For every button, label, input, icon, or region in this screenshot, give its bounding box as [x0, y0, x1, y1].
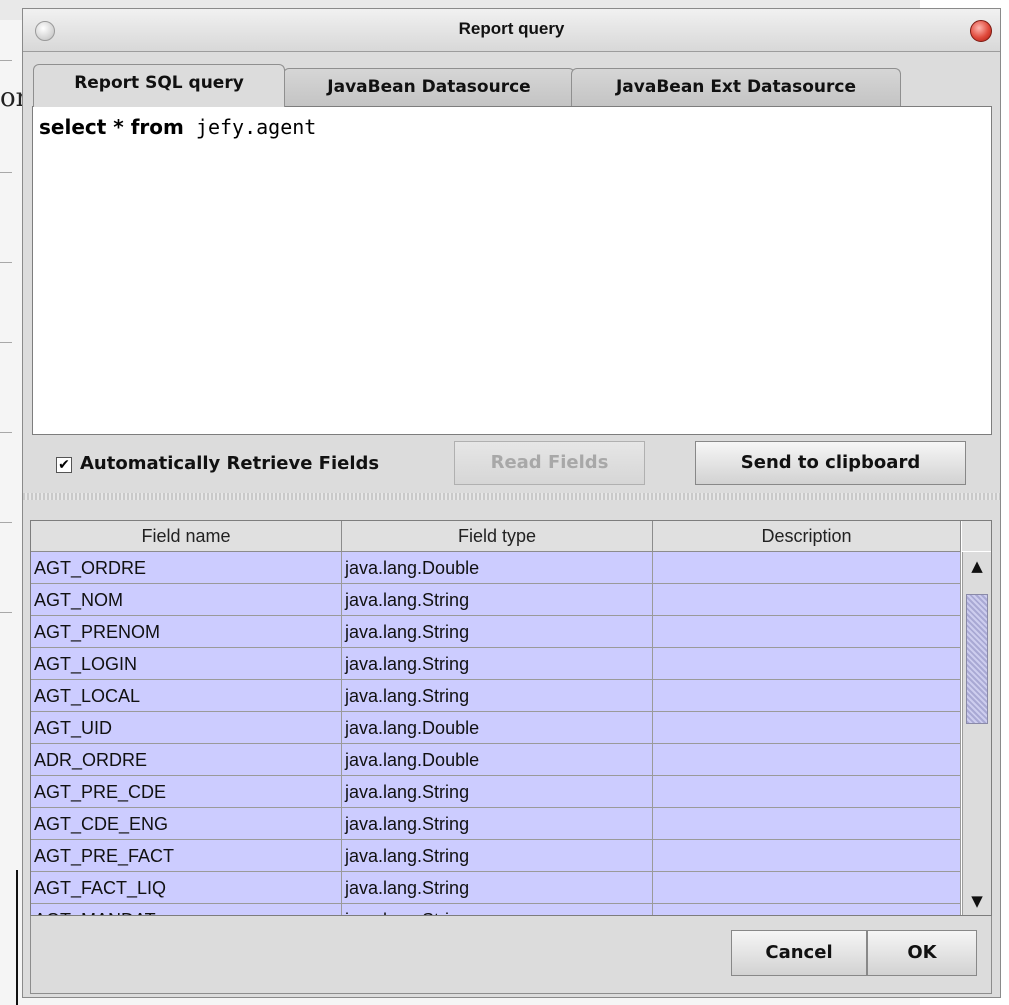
table-row[interactable]: AGT_PRE_CDE java.lang.String: [31, 776, 961, 808]
scrollbar-thumb[interactable]: [966, 594, 988, 724]
window-title: Report query: [458, 19, 565, 38]
scroll-up-icon[interactable]: ▲: [966, 555, 988, 577]
column-header-field-name[interactable]: Field name: [31, 521, 342, 551]
send-to-clipboard-button[interactable]: Send to clipboard: [695, 441, 966, 485]
scroll-down-icon[interactable]: ▼: [966, 890, 988, 912]
query-options-row: ✔ Automatically Retrieve Fields Read Fie…: [23, 437, 1000, 489]
background-rule: [0, 612, 12, 613]
background-rule: [0, 432, 12, 433]
cell-field-type[interactable]: java.lang.Double: [342, 552, 653, 584]
read-fields-button[interactable]: Read Fields: [454, 441, 645, 485]
table-row[interactable]: AGT_ORDRE java.lang.Double: [31, 552, 961, 584]
cell-description[interactable]: [653, 712, 961, 744]
cell-field-name[interactable]: AGT_FACT_LIQ: [31, 872, 342, 904]
sql-table-name: jefy.agent: [183, 115, 317, 139]
cell-description[interactable]: [653, 744, 961, 776]
title-bar[interactable]: Report query: [23, 9, 1000, 52]
cell-field-name[interactable]: AGT_NOM: [31, 584, 342, 616]
auto-retrieve-checkbox[interactable]: ✔: [56, 457, 72, 473]
report-query-dialog: Report query JavaBean Datasource JavaBea…: [22, 8, 1001, 998]
cell-field-name[interactable]: AGT_MANDAT: [31, 904, 342, 915]
table-row[interactable]: ADR_ORDRE java.lang.Double: [31, 744, 961, 776]
fields-table: Field name Field type Description AGT_OR…: [30, 520, 992, 916]
cell-field-name[interactable]: AGT_PRENOM: [31, 616, 342, 648]
cell-description[interactable]: [653, 584, 961, 616]
cell-description[interactable]: [653, 648, 961, 680]
table-row[interactable]: AGT_LOGIN java.lang.String: [31, 648, 961, 680]
cell-description[interactable]: [653, 680, 961, 712]
table-header: Field name Field type Description: [31, 521, 961, 552]
table-body: AGT_ORDRE java.lang.Double AGT_NOM java.…: [31, 552, 961, 915]
cell-field-name[interactable]: AGT_UID: [31, 712, 342, 744]
cell-description[interactable]: [653, 808, 961, 840]
table-row[interactable]: AGT_PRE_FACT java.lang.String: [31, 840, 961, 872]
column-header-description[interactable]: Description: [653, 521, 961, 551]
cell-field-type[interactable]: java.lang.String: [342, 808, 653, 840]
background-rule: [0, 342, 12, 343]
cell-description[interactable]: [653, 616, 961, 648]
tab-javabean-datasource[interactable]: JavaBean Datasource: [283, 68, 575, 106]
cell-field-type[interactable]: java.lang.String: [342, 680, 653, 712]
close-icon[interactable]: [970, 20, 992, 42]
sql-keyword-from: from: [130, 115, 184, 139]
table-row[interactable]: AGT_UID java.lang.Double: [31, 712, 961, 744]
cell-description[interactable]: [653, 840, 961, 872]
ok-button[interactable]: OK: [867, 930, 977, 976]
cell-description[interactable]: [653, 776, 961, 808]
background-rule: [0, 262, 12, 263]
cell-field-name[interactable]: AGT_CDE_ENG: [31, 808, 342, 840]
cell-field-name[interactable]: AGT_LOCAL: [31, 680, 342, 712]
table-row[interactable]: AGT_CDE_ENG java.lang.String: [31, 808, 961, 840]
auto-retrieve-label[interactable]: Automatically Retrieve Fields: [80, 453, 379, 474]
cell-field-name[interactable]: AGT_ORDRE: [31, 552, 342, 584]
dialog-button-bar: Cancel OK: [30, 916, 992, 994]
sql-query-text: select * from jefy.agent: [39, 115, 316, 139]
background-divider: [16, 870, 18, 1005]
background-rule: [0, 60, 12, 61]
background-rule: [0, 172, 12, 173]
cell-field-type[interactable]: java.lang.String: [342, 872, 653, 904]
cell-field-type[interactable]: java.lang.Double: [342, 712, 653, 744]
cell-description[interactable]: [653, 552, 961, 584]
column-header-field-type[interactable]: Field type: [342, 521, 653, 551]
tab-javabean-ext-datasource[interactable]: JavaBean Ext Datasource: [571, 68, 901, 106]
cell-field-name[interactable]: AGT_PRE_CDE: [31, 776, 342, 808]
table-vertical-scrollbar[interactable]: ▲ ▼: [962, 552, 991, 915]
tab-bar: JavaBean Datasource JavaBean Ext Datasou…: [33, 64, 933, 107]
cell-field-type[interactable]: java.lang.String: [342, 904, 653, 915]
cancel-button[interactable]: Cancel: [731, 930, 867, 976]
table-row[interactable]: AGT_LOCAL java.lang.String: [31, 680, 961, 712]
table-row[interactable]: AGT_FACT_LIQ java.lang.String: [31, 872, 961, 904]
table-row[interactable]: AGT_NOM java.lang.String: [31, 584, 961, 616]
cell-field-name[interactable]: AGT_LOGIN: [31, 648, 342, 680]
table-row[interactable]: AGT_PRENOM java.lang.String: [31, 616, 961, 648]
cell-field-type[interactable]: java.lang.String: [342, 776, 653, 808]
tab-report-sql-query[interactable]: Report SQL query: [33, 64, 285, 107]
table-header-corner: [962, 521, 991, 551]
table-row[interactable]: AGT_MANDAT java.lang.String: [31, 904, 961, 915]
cell-field-name[interactable]: AGT_PRE_FACT: [31, 840, 342, 872]
cell-field-type[interactable]: java.lang.String: [342, 584, 653, 616]
cell-description[interactable]: [653, 872, 961, 904]
cell-field-type[interactable]: java.lang.String: [342, 648, 653, 680]
background-rule: [0, 522, 12, 523]
cell-field-type[interactable]: java.lang.String: [342, 840, 653, 872]
sql-star: *: [106, 115, 131, 139]
cell-field-name[interactable]: ADR_ORDRE: [31, 744, 342, 776]
cell-field-type[interactable]: java.lang.String: [342, 616, 653, 648]
sql-query-editor[interactable]: select * from jefy.agent: [32, 106, 992, 435]
cell-description[interactable]: [653, 904, 961, 915]
cell-field-type[interactable]: java.lang.Double: [342, 744, 653, 776]
sql-keyword-select: select: [39, 115, 107, 139]
split-pane-divider[interactable]: [23, 493, 1000, 500]
